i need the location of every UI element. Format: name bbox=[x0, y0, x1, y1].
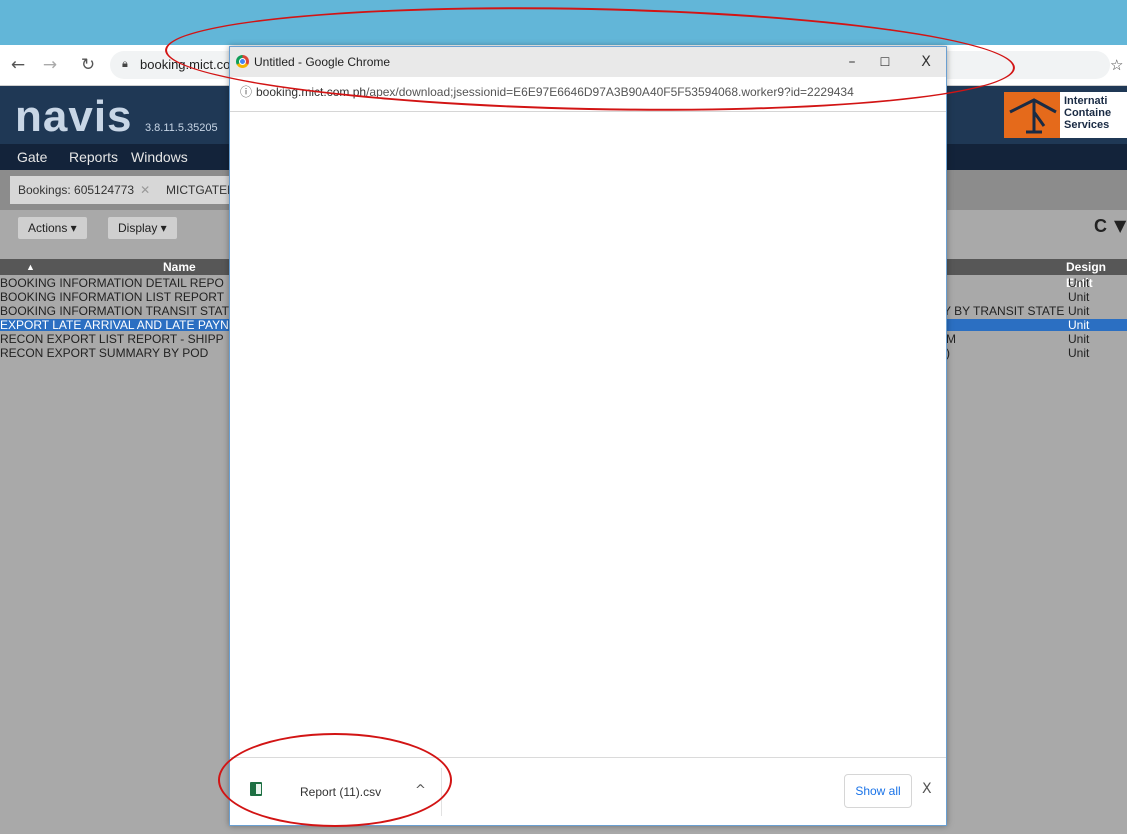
info-icon[interactable]: ⓘ bbox=[239, 85, 253, 99]
row-entity: Unit bbox=[1068, 276, 1090, 290]
lock-icon: 🔒︎ bbox=[122, 57, 128, 70]
close-download-shelf-button[interactable]: X bbox=[922, 781, 932, 797]
maximize-button[interactable]: ☐ bbox=[872, 53, 898, 71]
divider bbox=[441, 768, 442, 816]
outer-url-text: booking.mict.co bbox=[140, 57, 231, 72]
popup-title: Untitled - Google Chrome bbox=[254, 55, 391, 69]
chevron-up-icon[interactable]: ^ bbox=[415, 783, 426, 798]
menu-reports[interactable]: Reports bbox=[69, 149, 118, 165]
url-domain: booking.mict.com.ph bbox=[256, 85, 367, 99]
company-name-line: Internati bbox=[1064, 95, 1108, 107]
row-name: BOOKING INFORMATION LIST REPORT bbox=[0, 290, 225, 304]
minimize-button[interactable]: – bbox=[839, 53, 865, 71]
sort-ascending-icon[interactable]: ▲ bbox=[26, 259, 35, 275]
row-entity: Unit bbox=[1068, 332, 1090, 346]
company-name-line: Services bbox=[1064, 119, 1110, 131]
forward-arrow-icon[interactable]: → bbox=[40, 55, 60, 75]
row-entity: Unit bbox=[1068, 346, 1090, 360]
company-name-line: Containe bbox=[1064, 107, 1112, 119]
navis-version: 3.8.11.5.35205 bbox=[145, 122, 218, 134]
close-window-button[interactable]: X bbox=[913, 53, 939, 71]
menu-windows[interactable]: Windows bbox=[131, 149, 188, 165]
crane-logo-icon bbox=[1004, 92, 1060, 138]
show-all-button[interactable]: Show all bbox=[844, 774, 912, 808]
back-arrow-icon[interactable]: ← bbox=[8, 55, 28, 75]
row-entity: Unit bbox=[1068, 304, 1090, 318]
company-name: Internati Containe Services bbox=[1064, 95, 1111, 131]
download-shelf: Report (11).csv ^ Show all X bbox=[230, 757, 946, 825]
row-entity: Unit bbox=[1068, 318, 1090, 332]
menu-gate[interactable]: Gate bbox=[17, 149, 47, 165]
row-description: M bbox=[946, 332, 956, 346]
popup-url: booking.mict.com.ph/apex/download;jsessi… bbox=[256, 85, 854, 99]
popup-address-bar[interactable]: ⓘ booking.mict.com.ph/apex/download;jses… bbox=[230, 77, 946, 112]
close-icon[interactable]: ✕ bbox=[140, 183, 150, 197]
row-description: Y BY TRANSIT STATE bbox=[943, 304, 1065, 318]
downloaded-file-name[interactable]: Report (11).csv bbox=[300, 785, 381, 799]
tab-label: MICTGATEF bbox=[166, 183, 234, 197]
row-entity: Unit bbox=[1068, 290, 1090, 304]
star-icon[interactable]: ☆ bbox=[1110, 56, 1123, 74]
popup-title-bar: Untitled - Google Chrome – ☐ X bbox=[230, 47, 946, 77]
download-popup-window: Untitled - Google Chrome – ☐ X ⓘ booking… bbox=[229, 46, 947, 826]
reload-icon[interactable]: ↻ bbox=[78, 55, 98, 75]
row-name: EXPORT LATE ARRIVAL AND LATE PAYN bbox=[0, 318, 229, 332]
excel-file-icon bbox=[250, 782, 262, 796]
column-header-name[interactable]: Name bbox=[163, 259, 196, 275]
row-name: BOOKING INFORMATION DETAIL REPO bbox=[0, 276, 224, 290]
refresh-icon[interactable]: C bbox=[1094, 216, 1107, 237]
actions-button[interactable]: Actions ▾ bbox=[18, 217, 87, 239]
row-name: RECON EXPORT SUMMARY BY POD bbox=[0, 346, 209, 360]
url-path: /apex/download;jsessionid=E6E97E6646D97A… bbox=[366, 85, 854, 99]
chrome-logo-icon bbox=[236, 55, 249, 68]
tab-mictgate[interactable]: MICTGATEF bbox=[158, 176, 234, 204]
navis-logo: navis bbox=[15, 92, 133, 141]
row-name: RECON EXPORT LIST REPORT - SHIPP bbox=[0, 332, 224, 346]
tab-label: Bookings: 605124773 bbox=[18, 183, 135, 197]
company-logo: Internati Containe Services bbox=[1004, 92, 1127, 138]
filter-icon[interactable]: ▼ bbox=[1114, 216, 1126, 235]
tab-bookings[interactable]: Bookings: 605124773 ✕ bbox=[10, 176, 159, 204]
row-name: BOOKING INFORMATION TRANSIT STAT bbox=[0, 304, 229, 318]
display-button[interactable]: Display ▾ bbox=[108, 217, 177, 239]
